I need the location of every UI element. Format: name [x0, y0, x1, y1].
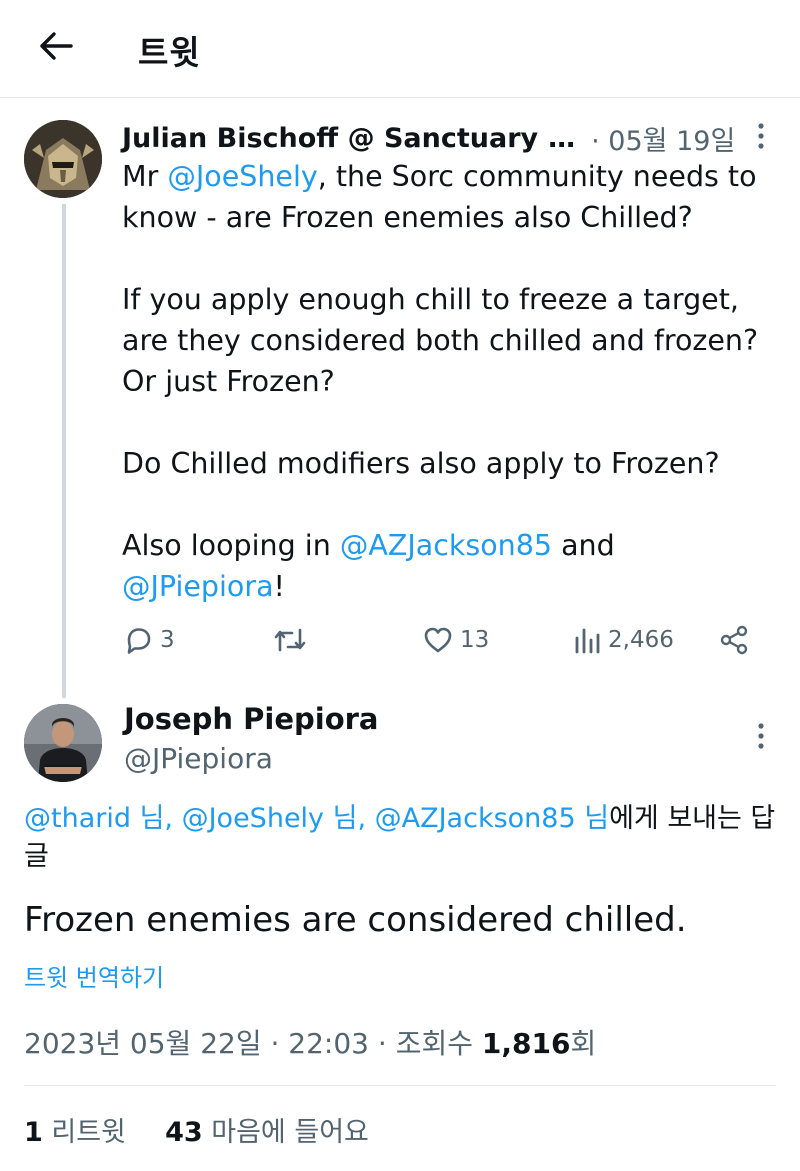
view-count-suffix: 회 [570, 1027, 597, 1060]
like-count: 43 [165, 1117, 203, 1148]
thread-tweet-text: Mr @JoeShely, the Sorc community needs t… [122, 156, 786, 607]
share-icon [720, 625, 748, 655]
author-name[interactable]: Joseph Piepiora [124, 702, 379, 736]
mention-link[interactable]: @JoeShely [167, 160, 317, 193]
like-button[interactable]: 13 [422, 624, 489, 656]
likes-stat[interactable]: 43 마음에 들어요 [165, 1117, 369, 1148]
more-options-button[interactable] [746, 720, 776, 752]
replying-to-line: @tharid 님, @JoeShely 님, @AZJackson85 님에게… [24, 800, 776, 876]
retweets-stat[interactable]: 1 리트윗 [24, 1117, 126, 1148]
back-arrow-icon [40, 32, 73, 60]
heart-icon [424, 627, 452, 653]
more-options-button[interactable] [746, 120, 776, 152]
helmet-avatar-image [24, 120, 102, 198]
view-count: 1,816 [481, 1027, 571, 1060]
mention-link[interactable]: @tharid 님 [24, 803, 164, 834]
mention-link[interactable]: @AZJackson85 [340, 529, 552, 562]
more-vertical-icon [758, 723, 764, 749]
tweet-action-bar: 3 13 2,466 [0, 622, 800, 662]
separator-text: , [164, 803, 182, 834]
mention-link[interactable]: @JoeShely 님 [182, 803, 358, 834]
engagement-stats: 1 리트윗 43 마음에 들어요 [24, 1110, 369, 1149]
text-span: Mr [122, 160, 168, 193]
translate-tweet-link[interactable]: 트윗 번역하기 [24, 958, 164, 993]
author-handle[interactable]: @JPiepiora [124, 742, 273, 775]
retweet-button[interactable] [272, 624, 314, 656]
tweet-meta: 2023년 05월 22일 · 22:03 · 조회수 1,816회 [24, 1022, 596, 1062]
back-button[interactable] [34, 26, 78, 66]
retweet-count: 1 [24, 1117, 43, 1148]
thread-tweet-header: Julian Bischoff @ Sanctuary … · 05월 19일 [122, 116, 742, 160]
tweet-timestamp[interactable]: · 05월 19일 [591, 119, 735, 158]
mention-link[interactable]: @JPiepiora [122, 570, 274, 603]
reply-button[interactable]: 3 [122, 624, 175, 656]
tweet-paragraph: If you apply enough chill to freeze a ta… [122, 283, 759, 398]
like-count: 13 [460, 627, 490, 653]
tweet-datetime[interactable]: 2023년 05월 22일 · 22:03 · 조회수 [24, 1027, 482, 1060]
retweet-icon [274, 628, 306, 652]
tweet-paragraph: Mr @JoeShely, the Sorc community needs t… [122, 156, 786, 238]
name-ellipsis: … [548, 122, 576, 154]
share-button[interactable] [718, 624, 750, 656]
person-avatar-image [24, 704, 102, 782]
avatar[interactable] [24, 704, 102, 782]
separator-text: , [357, 803, 375, 834]
tweet-paragraph: Do Chilled modifiers also apply to Froze… [122, 447, 720, 480]
tweet-paragraph: Also looping in @AZJackson85 and @JPiepi… [122, 525, 786, 607]
retweet-label: 리트윗 [42, 1117, 126, 1148]
text-span: and [552, 529, 615, 562]
like-label: 마음에 들어요 [202, 1117, 369, 1148]
main-tweet-text: Frozen enemies are considered chilled. [24, 900, 687, 940]
mention-link[interactable]: @AZJackson85 님 [375, 803, 609, 834]
reply-count: 3 [160, 627, 175, 653]
views-icon [575, 628, 600, 654]
views-button[interactable]: 2,466 [572, 624, 674, 656]
text-span: ! [273, 570, 285, 603]
more-vertical-icon [758, 123, 764, 149]
divider [24, 1085, 776, 1086]
avatar[interactable] [24, 120, 102, 198]
page-title: 트윗 [138, 33, 201, 72]
author-name[interactable]: Julian Bischoff @ Sanctuary [122, 123, 538, 154]
text-span: Also looping in [122, 529, 340, 562]
reply-icon [127, 628, 151, 654]
top-bar: 트윗 [0, 0, 800, 98]
view-count: 2,466 [608, 627, 674, 653]
